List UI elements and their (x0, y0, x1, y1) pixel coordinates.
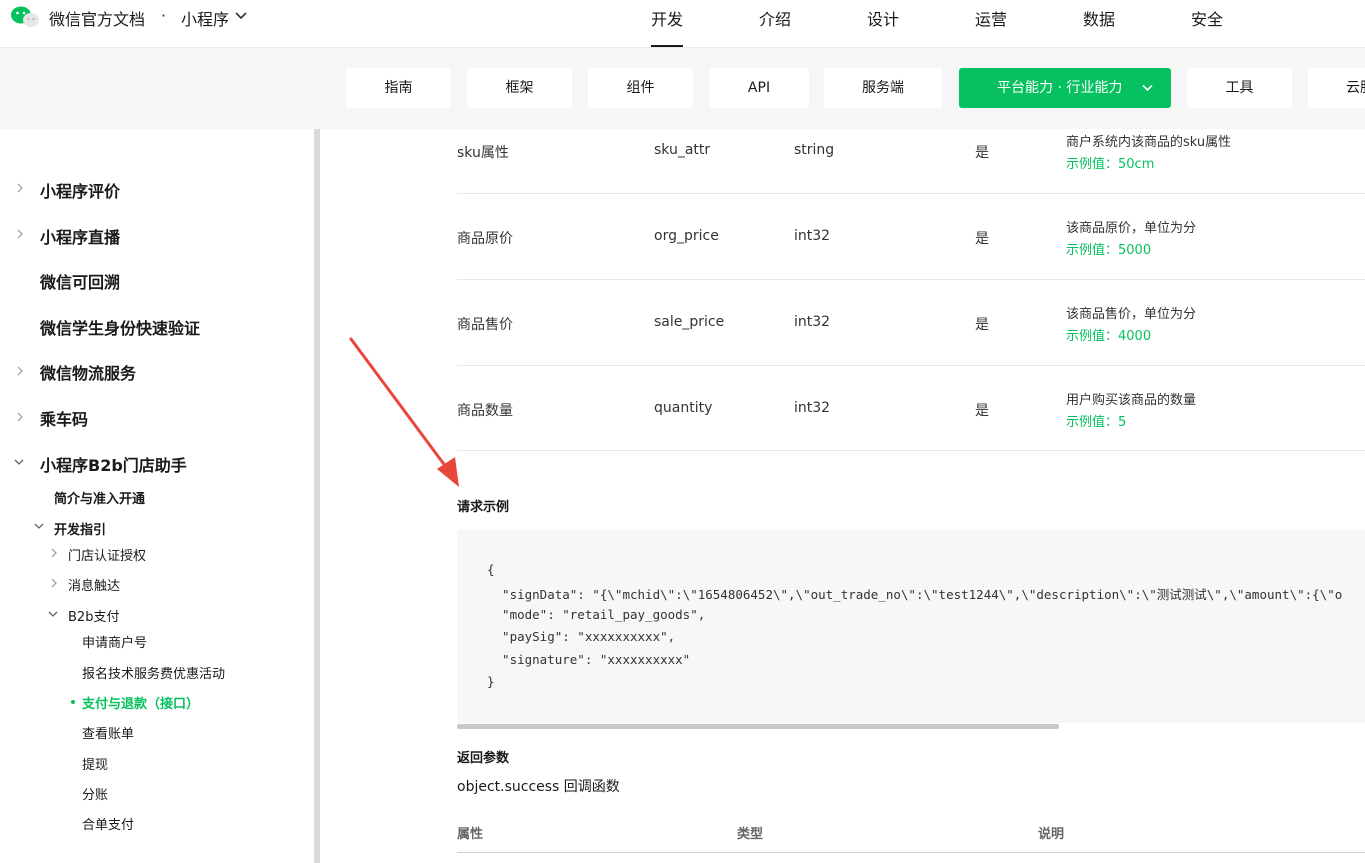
sidebar-item-message[interactable]: 消息触达 (68, 575, 120, 594)
param-desc: 用户购买该商品的数量 (1066, 393, 1197, 408)
column-header-description: 说明 (1038, 827, 1065, 842)
sidebar-item-dev-guide[interactable]: 开发指引 (54, 519, 106, 538)
code-horizontal-scrollbar[interactable] (457, 724, 1059, 729)
return-params-title: 返回参数 (457, 751, 510, 766)
row-divider (457, 193, 1365, 194)
code-block[interactable]: { "signData": "{\"mchid\":\"1654806452\"… (457, 530, 1365, 723)
code-line: { (487, 562, 495, 577)
chevron-down-icon[interactable] (48, 610, 58, 618)
param-type: int32 (794, 228, 831, 244)
sidebar-item-review[interactable]: 小程序评价 (40, 178, 120, 202)
row-divider (457, 450, 1365, 451)
param-name: 商品数量 (457, 403, 513, 419)
nav-data[interactable]: 数据 (1083, 6, 1115, 30)
code-line: "paySig": "xxxxxxxxxx", (487, 629, 676, 644)
param-example: 示例值：5000 (1066, 243, 1152, 258)
sidebar-item-b2b-pay[interactable]: B2b支付 (68, 606, 119, 625)
chevron-right-icon[interactable] (16, 229, 24, 239)
sidebar-item-ride-code[interactable]: 乘车码 (40, 406, 88, 430)
tab-platform-capability[interactable]: 平台能力 · 行业能力 (959, 68, 1171, 108)
param-name: sku属性 (457, 145, 509, 161)
param-field: quantity (654, 400, 713, 416)
sidebar-item-combined-pay[interactable]: 合单支付 (82, 814, 134, 833)
nav-develop[interactable]: 开发 (651, 6, 683, 30)
sub-navigation: 指南 框架 组件 API 服务端 平台能力 · 行业能力 工具 云服 (0, 48, 1365, 129)
sidebar-item-traceback[interactable]: 微信可回溯 (40, 269, 120, 293)
active-indicator-dot (71, 700, 75, 704)
sidebar-item-store-auth[interactable]: 门店认证授权 (68, 545, 146, 564)
param-type: int32 (794, 400, 831, 416)
nav-active-indicator (651, 45, 683, 47)
chevron-down-icon[interactable] (235, 11, 247, 20)
param-desc: 商户系统内该商品的sku属性 (1066, 135, 1232, 150)
sidebar-item-logistics[interactable]: 微信物流服务 (40, 360, 136, 384)
main-content: sku属性 sku_attr string 是 商户系统内该商品的sku属性 示… (320, 129, 1365, 863)
sidebar-item-withdraw[interactable]: 提现 (82, 754, 108, 773)
param-type: string (794, 142, 835, 158)
table-header-divider (457, 852, 1365, 853)
param-required: 是 (975, 403, 989, 419)
param-required: 是 (975, 317, 989, 333)
column-header-type: 类型 (737, 827, 764, 842)
sidebar-item-live[interactable]: 小程序直播 (40, 224, 120, 248)
tab-api[interactable]: API (709, 68, 809, 108)
tab-components[interactable]: 组件 (588, 68, 693, 108)
column-header-attribute: 属性 (457, 827, 484, 842)
param-desc: 该商品售价，单位为分 (1066, 307, 1197, 322)
chevron-right-icon[interactable] (50, 578, 58, 588)
row-divider (457, 365, 1365, 366)
callback-description: object.success 回调函数 (457, 779, 620, 795)
tab-cloud[interactable]: 云服 (1308, 68, 1365, 108)
code-line: "signData": "{\"mchid\":\"1654806452\",\… (487, 587, 1343, 602)
chevron-down-icon[interactable] (34, 522, 44, 530)
sidebar-item-bill[interactable]: 查看账单 (82, 723, 134, 742)
param-required: 是 (975, 145, 989, 161)
row-divider (457, 279, 1365, 280)
sidebar-item-apply-merchant[interactable]: 申请商户号 (82, 632, 147, 651)
top-header: 微信官方文档 · 小程序 开发 介绍 设计 运营 数据 安全 (0, 0, 1365, 48)
param-field: sku_attr (654, 142, 711, 158)
sidebar-item-pay-refund[interactable]: 支付与退款（接口） (82, 693, 199, 712)
tab-platform-capability-label: 平台能力 · 行业能力 (997, 80, 1123, 96)
param-field: org_price (654, 228, 719, 244)
nav-security[interactable]: 安全 (1191, 6, 1223, 30)
chevron-right-icon[interactable] (50, 548, 58, 558)
code-line: "signature": "xxxxxxxxxx" (487, 652, 691, 667)
product-switcher[interactable]: 小程序 (181, 6, 229, 30)
request-example-title: 请求示例 (457, 500, 510, 515)
sidebar-item-b2b-assistant[interactable]: 小程序B2b门店助手 (40, 452, 187, 476)
wechat-logo-icon[interactable] (10, 5, 40, 29)
nav-intro[interactable]: 介绍 (759, 6, 791, 30)
param-name: 商品售价 (457, 317, 513, 333)
sidebar-item-fee-promo[interactable]: 报名技术服务费优惠活动 (82, 663, 225, 682)
brand-separator: · (161, 6, 167, 25)
chevron-down-icon[interactable] (14, 458, 24, 466)
tab-server[interactable]: 服务端 (824, 68, 942, 108)
code-line: "mode": "retail_pay_goods", (487, 607, 706, 622)
chevron-down-icon (1142, 84, 1153, 92)
param-example: 示例值：50cm (1066, 157, 1155, 172)
param-type: int32 (794, 314, 831, 330)
sidebar-item-student-verify[interactable]: 微信学生身份快速验证 (40, 315, 200, 339)
param-name: 商品原价 (457, 231, 513, 247)
param-example: 示例值：5 (1066, 415, 1127, 430)
param-desc: 该商品原价，单位为分 (1066, 221, 1197, 236)
tab-tools[interactable]: 工具 (1187, 68, 1292, 108)
tab-guide[interactable]: 指南 (346, 68, 451, 108)
brand-title[interactable]: 微信官方文档 (49, 6, 145, 30)
tab-framework[interactable]: 框架 (467, 68, 572, 108)
param-example: 示例值：4000 (1066, 329, 1152, 344)
chevron-right-icon[interactable] (16, 412, 24, 422)
sidebar-item-intro[interactable]: 简介与准入开通 (54, 488, 145, 507)
code-line: } (487, 674, 495, 689)
nav-operation[interactable]: 运营 (975, 6, 1007, 30)
chevron-right-icon[interactable] (16, 183, 24, 193)
chevron-right-icon[interactable] (16, 366, 24, 376)
nav-design[interactable]: 设计 (867, 6, 899, 30)
param-required: 是 (975, 231, 989, 247)
param-field: sale_price (654, 314, 725, 330)
sidebar-item-split[interactable]: 分账 (82, 784, 108, 803)
